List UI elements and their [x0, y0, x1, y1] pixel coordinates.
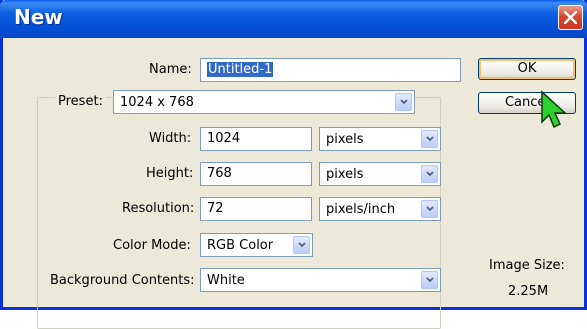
dialog-client-area: Name: Untitled-1 Preset: 1024 x 768 Widt…: [3, 38, 584, 329]
height-unit-dropdown-button[interactable]: [421, 165, 438, 183]
resolution-label: Resolution:: [122, 201, 195, 216]
resolution-unit-dropdown-button[interactable]: [421, 200, 438, 218]
resolution-input[interactable]: 72: [200, 197, 312, 221]
chevron-down-icon: [298, 242, 306, 248]
preset-label: Preset:: [55, 94, 106, 109]
chevron-down-icon: [426, 171, 434, 177]
resolution-value: 72: [207, 201, 224, 216]
name-input-value: Untitled-1: [207, 62, 274, 77]
width-input[interactable]: 1024: [200, 127, 312, 151]
image-size-value: 2.25M: [508, 284, 549, 299]
new-document-dialog: New Name: Untitled-1 Preset: 1024 x 768 …: [0, 0, 587, 329]
height-label: Height:: [146, 166, 194, 181]
width-unit-select[interactable]: pixels: [319, 127, 441, 151]
title-bar[interactable]: New: [0, 0, 587, 38]
height-unit-value: pixels: [326, 167, 364, 182]
height-input[interactable]: 768: [200, 162, 312, 186]
chevron-down-icon: [426, 206, 434, 212]
color-mode-label: Color Mode:: [113, 238, 191, 253]
name-input[interactable]: Untitled-1: [200, 58, 461, 82]
background-contents-label: Background Contents:: [50, 273, 195, 288]
image-size-label: Image Size:: [489, 258, 565, 273]
mouse-cursor-icon: [541, 90, 567, 129]
resolution-unit-select[interactable]: pixels/inch: [319, 197, 441, 221]
background-contents-dropdown-button[interactable]: [421, 271, 438, 289]
close-button[interactable]: [558, 5, 583, 30]
name-label: Name:: [149, 62, 192, 77]
resolution-unit-value: pixels/inch: [326, 202, 396, 217]
window-title: New: [14, 5, 63, 29]
chevron-down-icon: [426, 136, 434, 142]
height-unit-select[interactable]: pixels: [319, 162, 441, 186]
preset-dropdown-button[interactable]: [395, 93, 412, 111]
ok-button[interactable]: OK: [478, 58, 576, 80]
color-mode-value: RGB Color: [207, 238, 274, 253]
width-value: 1024: [207, 131, 241, 146]
color-mode-dropdown-button[interactable]: [293, 236, 310, 254]
height-value: 768: [207, 166, 232, 181]
preset-select[interactable]: 1024 x 768: [113, 90, 415, 114]
chevron-down-icon: [400, 99, 408, 105]
width-unit-dropdown-button[interactable]: [421, 130, 438, 148]
background-contents-value: White: [207, 273, 245, 288]
width-label: Width:: [149, 131, 192, 146]
width-unit-value: pixels: [326, 132, 364, 147]
close-icon: [564, 11, 577, 24]
background-contents-select[interactable]: White: [200, 268, 441, 292]
chevron-down-icon: [426, 277, 434, 283]
preset-value: 1024 x 768: [120, 95, 194, 110]
color-mode-select[interactable]: RGB Color: [200, 233, 313, 257]
